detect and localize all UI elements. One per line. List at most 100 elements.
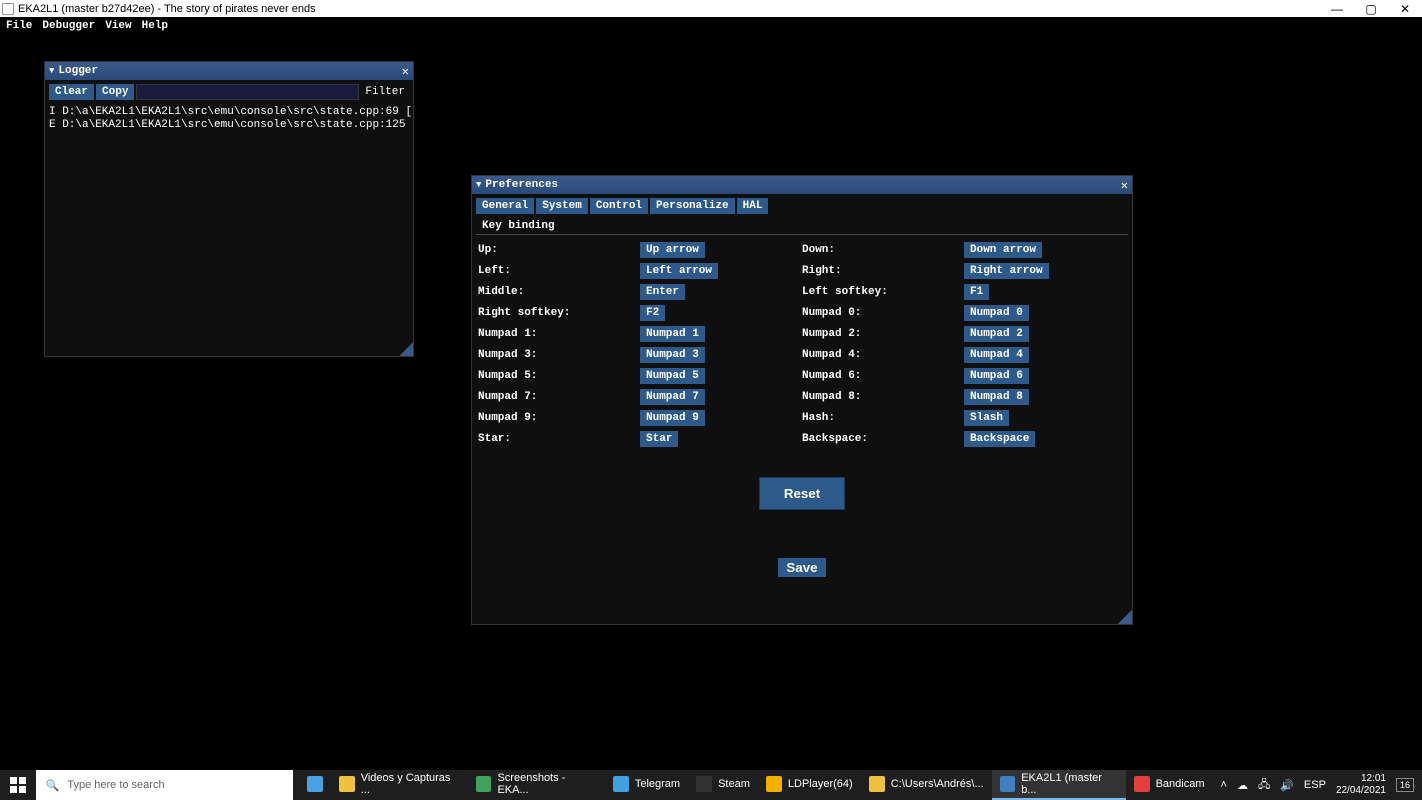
keybindings-list: Up:Up arrowDown:Down arrowLeft:Left arro…	[472, 235, 1132, 453]
preferences-header[interactable]: ▼ Preferences ✕	[472, 176, 1132, 194]
start-button[interactable]	[0, 770, 36, 800]
telegram-icon	[613, 776, 629, 792]
search-placeholder: Type here to search	[67, 779, 164, 791]
tab-personalize[interactable]: Personalize	[650, 198, 735, 214]
tray-network-icon[interactable]: 🖧	[1258, 776, 1270, 795]
logger-close-icon[interactable]: ✕	[402, 64, 409, 79]
log-line: E D:\a\EKA2L1\EKA2L1\src\emu\console\src…	[49, 119, 409, 132]
search-box[interactable]: 🔍 Type here to search	[36, 770, 294, 800]
section-keybinding: Key binding	[476, 218, 1128, 235]
binding-key-button[interactable]: Numpad 9	[640, 410, 705, 426]
taskbar-item[interactable]	[299, 770, 331, 800]
bandicam-icon	[1134, 776, 1150, 792]
binding-key-button[interactable]: Down arrow	[964, 242, 1042, 258]
taskbar-item[interactable]: C:\Users\Andrés\...	[861, 770, 992, 800]
content-area: ▼ Logger ✕ Clear Copy Filter I D:\a\EKA2…	[0, 35, 1422, 770]
app-icon	[2, 3, 14, 15]
minimize-button[interactable]: —	[1330, 2, 1344, 16]
logger-header[interactable]: ▼ Logger ✕	[45, 62, 413, 80]
binding-key-button[interactable]: Numpad 5	[640, 368, 705, 384]
binding-row: Star:StarBackspace:Backspace	[478, 428, 1126, 449]
resize-grip[interactable]	[1118, 610, 1132, 624]
binding-label: Numpad 5:	[478, 370, 640, 382]
binding-label: Numpad 2:	[802, 328, 964, 340]
tab-general[interactable]: General	[476, 198, 534, 214]
binding-label: Middle:	[478, 286, 640, 298]
binding-key-button[interactable]: Right arrow	[964, 263, 1049, 279]
taskbar-item-label: Steam	[718, 778, 750, 790]
window-title: EKA2L1 (master b27d42ee) - The story of …	[18, 3, 1330, 15]
binding-row: Numpad 1:Numpad 1 Numpad 2:Numpad 2	[478, 323, 1126, 344]
binding-label: Numpad 9:	[478, 412, 640, 424]
taskbar-item-label: C:\Users\Andrés\...	[891, 778, 984, 790]
tray-clock[interactable]: 12:01 22/04/2021	[1336, 773, 1386, 797]
binding-label: Backspace:	[802, 433, 964, 445]
tab-control[interactable]: Control	[590, 198, 648, 214]
binding-key-button[interactable]: Backspace	[964, 431, 1035, 447]
tray-language[interactable]: ESP	[1304, 779, 1326, 791]
taskview-icon	[307, 776, 323, 792]
maximize-button[interactable]: ▢	[1364, 2, 1378, 16]
binding-label: Right softkey:	[478, 307, 640, 319]
browser-icon	[476, 776, 492, 792]
taskbar-item[interactable]: Screenshots - EKA...	[468, 770, 605, 800]
binding-row: Right softkey:F2 Numpad 0:Numpad 0	[478, 302, 1126, 323]
tray-time: 12:01	[1336, 773, 1386, 785]
tray-date: 22/04/2021	[1336, 785, 1386, 797]
tray-chevron-icon[interactable]: ˄	[1221, 779, 1227, 791]
tab-system[interactable]: System	[536, 198, 588, 214]
binding-key-button[interactable]: Numpad 2	[964, 326, 1029, 342]
binding-label: Left:	[478, 265, 640, 277]
binding-key-button[interactable]: Numpad 6	[964, 368, 1029, 384]
taskbar-item[interactable]: Bandicam	[1126, 770, 1213, 800]
explorer-icon	[869, 776, 885, 792]
binding-row: Numpad 3:Numpad 3Numpad 4:Numpad 4	[478, 344, 1126, 365]
taskbar-item[interactable]: Telegram	[605, 770, 688, 800]
taskbar-item-label: Bandicam	[1156, 778, 1205, 790]
log-output: I D:\a\EKA2L1\EKA2L1\src\emu\console\src…	[45, 104, 413, 134]
taskbar-item-label: EKA2L1 (master b...	[1021, 772, 1117, 796]
preferences-close-icon[interactable]: ✕	[1121, 178, 1128, 193]
binding-key-button[interactable]: Numpad 0	[964, 305, 1029, 321]
binding-key-button[interactable]: Numpad 4	[964, 347, 1029, 363]
binding-label: Numpad 7:	[478, 391, 640, 403]
binding-key-button[interactable]: Star	[640, 431, 678, 447]
resize-grip[interactable]	[399, 342, 413, 356]
binding-key-button[interactable]: Numpad 1	[640, 326, 705, 342]
close-button[interactable]: ✕	[1398, 2, 1412, 16]
menu-help[interactable]: Help	[142, 20, 168, 32]
menu-view[interactable]: View	[105, 20, 131, 32]
menu-file[interactable]: File	[6, 20, 32, 32]
preferences-tabs: General System Control Personalize HAL	[472, 194, 1132, 218]
save-button[interactable]: Save	[778, 558, 825, 577]
binding-key-button[interactable]: Numpad 8	[964, 389, 1029, 405]
binding-label: Numpad 0:	[802, 307, 964, 319]
taskbar-item[interactable]: Steam	[688, 770, 758, 800]
logger-toolbar: Clear Copy Filter	[45, 80, 413, 104]
clear-button[interactable]: Clear	[49, 84, 94, 100]
binding-label: Numpad 1:	[478, 328, 640, 340]
taskbar-item[interactable]: EKA2L1 (master b...	[992, 770, 1126, 800]
taskbar-item[interactable]: Videos y Capturas ...	[331, 770, 468, 800]
tray-notifications[interactable]: 16	[1396, 778, 1414, 792]
steam-icon	[696, 776, 712, 792]
preferences-title: Preferences	[485, 179, 558, 191]
binding-key-button[interactable]: Numpad 7	[640, 389, 705, 405]
menu-debugger[interactable]: Debugger	[42, 20, 95, 32]
filter-label: Filter	[361, 86, 409, 98]
tab-hal[interactable]: HAL	[737, 198, 769, 214]
binding-row: Left:Left arrowRight:Right arrow	[478, 260, 1126, 281]
reset-button[interactable]: Reset	[759, 477, 845, 510]
binding-key-button[interactable]: Enter	[640, 284, 685, 300]
copy-button[interactable]: Copy	[96, 84, 134, 100]
binding-key-button[interactable]: F2	[640, 305, 665, 321]
tray-cloud-icon[interactable]: ☁	[1237, 779, 1248, 792]
tray-volume-icon[interactable]: 🔊	[1280, 779, 1294, 792]
binding-key-button[interactable]: F1	[964, 284, 989, 300]
binding-key-button[interactable]: Numpad 3	[640, 347, 705, 363]
binding-key-button[interactable]: Slash	[964, 410, 1009, 426]
filter-input[interactable]	[136, 84, 359, 100]
binding-key-button[interactable]: Left arrow	[640, 263, 718, 279]
binding-key-button[interactable]: Up arrow	[640, 242, 705, 258]
taskbar-item[interactable]: LDPlayer(64)	[758, 770, 861, 800]
